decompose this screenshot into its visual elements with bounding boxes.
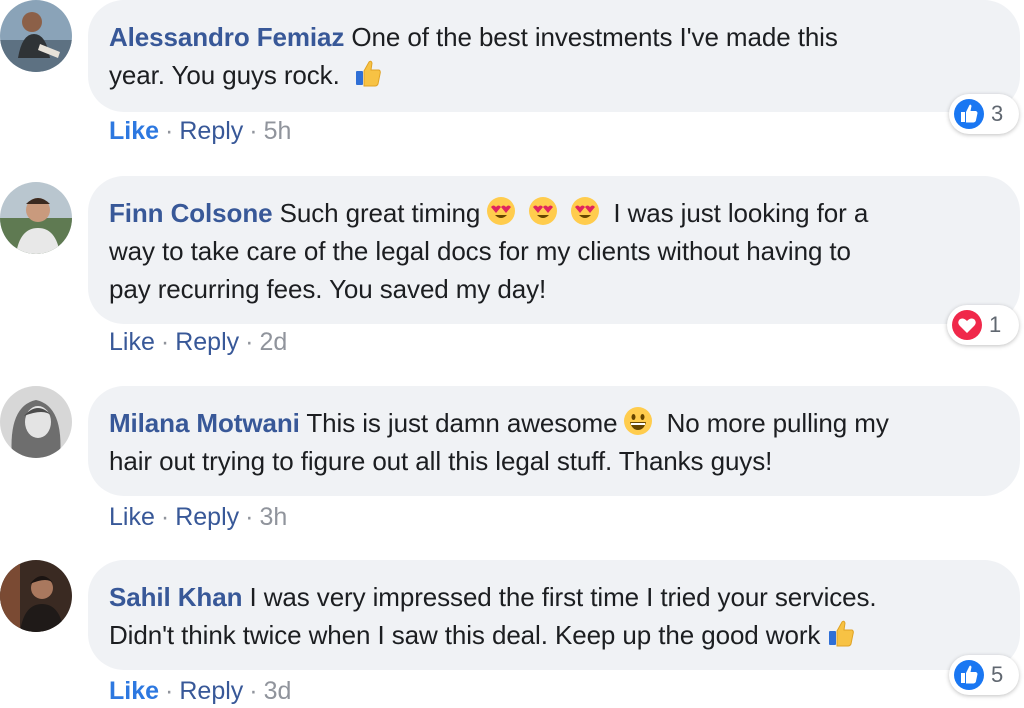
timestamp[interactable]: 5h bbox=[264, 117, 292, 145]
comment-line: pay recurring fees. You saved my day! bbox=[109, 274, 547, 304]
comment-line: hair out trying to figure out all this l… bbox=[109, 446, 773, 476]
like-button[interactable]: Like bbox=[109, 503, 155, 531]
comment-text: This is just damn awesome bbox=[306, 408, 618, 438]
comment-text: One of the best investments I've made th… bbox=[351, 22, 838, 52]
like-button[interactable]: Like bbox=[109, 328, 155, 356]
heart-icon bbox=[951, 309, 983, 341]
comment-bubble: Milana Motwani This is just damn awesome… bbox=[88, 386, 1020, 496]
heart-eyes-emoji-icon bbox=[570, 196, 600, 226]
reply-button[interactable]: Reply bbox=[175, 503, 239, 531]
timestamp[interactable]: 3d bbox=[264, 677, 292, 705]
like-button[interactable]: Like bbox=[109, 677, 159, 705]
like-icon bbox=[953, 659, 985, 691]
separator: · bbox=[249, 117, 258, 145]
comment-line: Alessandro Femiaz One of the best invest… bbox=[109, 18, 996, 56]
comment-bubble: Sahil Khan I was very impressed the firs… bbox=[88, 560, 1020, 670]
comment-line: Didn't think twice when I saw this deal.… bbox=[109, 616, 996, 654]
reaction-count-badge[interactable]: 1 bbox=[947, 305, 1019, 345]
timestamp[interactable]: 2d bbox=[259, 328, 287, 356]
timestamp[interactable]: 3h bbox=[259, 503, 287, 531]
separator: · bbox=[160, 503, 170, 531]
heart-eyes-emoji-icon bbox=[486, 196, 516, 226]
like-icon bbox=[953, 98, 985, 130]
reaction-count: 3 bbox=[991, 101, 1004, 126]
comment-text: Didn't think twice when I saw this deal.… bbox=[109, 620, 821, 650]
reaction-count: 5 bbox=[991, 662, 1004, 687]
reply-button[interactable]: Reply bbox=[175, 328, 239, 356]
avatar[interactable] bbox=[0, 0, 72, 72]
comment-bubble: Finn Colsone Such great timing I was jus… bbox=[88, 176, 1020, 324]
separator: · bbox=[245, 503, 254, 531]
heart-eyes-emoji-icon bbox=[528, 196, 558, 226]
avatar[interactable] bbox=[0, 386, 72, 458]
comment-actions: Like · Reply · 3d bbox=[109, 676, 291, 706]
comment-author[interactable]: Finn Colsone bbox=[109, 198, 273, 228]
avatar[interactable] bbox=[0, 182, 72, 254]
comment-text: Such great timing bbox=[279, 198, 481, 228]
separator: · bbox=[165, 677, 174, 705]
comment-line: Sahil Khan I was very impressed the firs… bbox=[109, 578, 996, 616]
comment-actions: Like · Reply · 2d bbox=[109, 327, 287, 357]
comment-actions: Like · Reply · 3h bbox=[109, 502, 287, 532]
separator: · bbox=[160, 328, 170, 356]
comment-bubble: Alessandro Femiaz One of the best invest… bbox=[88, 0, 1020, 112]
comment-text: No more pulling my bbox=[666, 408, 889, 438]
comment-text: year. You guys rock. bbox=[109, 60, 340, 90]
reaction-count-badge[interactable]: 5 bbox=[949, 655, 1019, 695]
reply-button[interactable]: Reply bbox=[179, 117, 243, 145]
separator: · bbox=[249, 677, 258, 705]
thumbs-up-emoji-icon bbox=[826, 618, 856, 648]
comment-line: way to take care of the legal docs for m… bbox=[109, 236, 851, 266]
comment-author[interactable]: Sahil Khan bbox=[109, 582, 242, 612]
grinning-emoji-icon bbox=[623, 406, 653, 436]
reaction-count-badge[interactable]: 3 bbox=[949, 94, 1019, 134]
comment-actions: Like · Reply · 5h bbox=[109, 116, 291, 146]
separator: · bbox=[245, 328, 254, 356]
comment-author[interactable]: Alessandro Femiaz bbox=[109, 22, 344, 52]
comment-line: year. You guys rock. bbox=[109, 56, 996, 94]
comment-line: Milana Motwani This is just damn awesome… bbox=[109, 404, 996, 442]
comment-text: I was very impressed the first time I tr… bbox=[249, 582, 877, 612]
reaction-count: 1 bbox=[989, 312, 1002, 337]
thumbs-up-emoji-icon bbox=[353, 58, 383, 88]
reply-button[interactable]: Reply bbox=[179, 677, 243, 705]
separator: · bbox=[165, 117, 174, 145]
comment-author[interactable]: Milana Motwani bbox=[109, 408, 300, 438]
comment-text: I was just looking for a bbox=[613, 198, 869, 228]
avatar[interactable] bbox=[0, 560, 72, 632]
like-button[interactable]: Like bbox=[109, 117, 159, 145]
comment-line: Finn Colsone Such great timing I was jus… bbox=[109, 194, 996, 232]
